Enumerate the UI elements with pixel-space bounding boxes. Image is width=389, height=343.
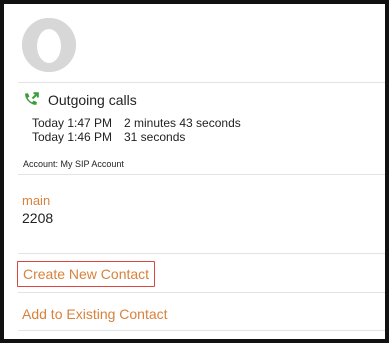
divider	[18, 174, 385, 175]
phone-number[interactable]: 2208	[22, 210, 53, 226]
call-history-title: Outgoing calls	[48, 92, 137, 108]
divider	[18, 82, 385, 83]
call-duration: 31 seconds	[124, 130, 186, 144]
account-label: Account: My SIP Account	[23, 159, 124, 169]
call-history-header: Outgoing calls	[22, 90, 137, 110]
call-duration: 2 minutes 43 seconds	[124, 116, 241, 130]
person-silhouette-icon	[22, 18, 76, 72]
create-new-contact-button[interactable]: Create New Contact	[17, 261, 156, 287]
call-log-row: Today 1:46 PM 31 seconds	[32, 130, 241, 144]
outgoing-call-icon	[25, 92, 39, 105]
phone-type-label: main	[22, 193, 51, 208]
add-to-existing-contact-button[interactable]: Add to Existing Contact	[22, 306, 168, 322]
call-log: Today 1:47 PM 2 minutes 43 seconds Today…	[32, 116, 241, 144]
call-log-row: Today 1:47 PM 2 minutes 43 seconds	[32, 116, 241, 130]
divider	[18, 292, 385, 293]
call-time: Today 1:47 PM	[32, 116, 113, 130]
call-time: Today 1:46 PM	[32, 130, 113, 144]
divider	[18, 253, 385, 254]
divider	[18, 330, 385, 331]
contact-detail-panel: Outgoing calls Today 1:47 PM 2 minutes 4…	[0, 0, 389, 343]
avatar	[22, 18, 76, 72]
